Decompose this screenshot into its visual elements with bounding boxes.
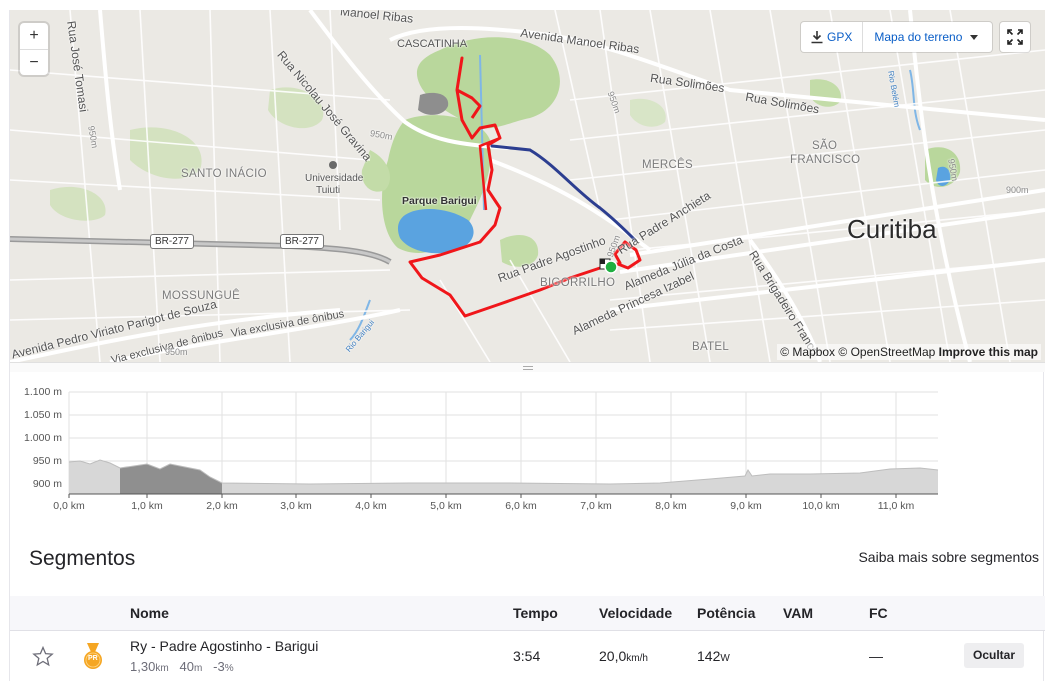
segment-power-unit: W <box>720 653 730 664</box>
segment-distance-unit: km <box>155 663 169 674</box>
segment-speed-unit: km/h <box>626 653 648 664</box>
hide-segment-button[interactable]: Ocultar <box>964 643 1024 668</box>
x-tick-10: 10,0 km <box>802 500 840 512</box>
gpx-download-button[interactable]: GPX <box>801 22 864 52</box>
x-tick-4: 4,0 km <box>355 500 387 512</box>
activity-panel: CASCATINHA Avenida Manoel Ribas Manoel R… <box>9 10 1045 681</box>
resize-handle[interactable] <box>10 362 1045 372</box>
download-icon <box>811 31 823 44</box>
map-label-batel: BATEL <box>692 341 730 353</box>
map-label-cascatinha: CASCATINHA <box>397 38 468 50</box>
highway-shield-br277-a: BR-277 <box>150 234 194 249</box>
segment-speed-value: 20,0 <box>599 648 627 664</box>
map-label-santo-inacio: SANTO INÁCIO <box>181 168 267 180</box>
col-speed[interactable]: Velocidade <box>599 605 672 621</box>
zoom-out-button[interactable]: − <box>20 49 48 75</box>
x-tick-5: 5,0 km <box>430 500 462 512</box>
map-label-sao: SÃO <box>812 140 838 152</box>
gpx-label: GPX <box>827 30 853 44</box>
segment-time: 3:54 <box>513 648 541 664</box>
y-tick-900: 900 m <box>32 478 62 490</box>
table-row: PR Ry - Padre Agostinho - Barigui 1,30km… <box>10 630 1045 681</box>
x-tick-3: 3,0 km <box>280 500 312 512</box>
elevation-profile[interactable]: 1.100 m 1.050 m 1.000 m 950 m 900 m 0,0 … <box>10 372 1045 522</box>
segment-elevation-unit: m <box>193 663 203 674</box>
segment-elevation: 40 <box>179 659 194 674</box>
university-pin-icon <box>329 161 337 169</box>
y-tick-1000: 1.000 m <box>24 432 62 444</box>
segment-elevation-highlight <box>120 464 222 494</box>
improve-map-link[interactable]: Improve this map <box>939 345 1038 359</box>
zoom-in-button[interactable]: + <box>20 23 48 49</box>
segment-hr: — <box>869 648 883 664</box>
x-tick-11: 11,0 km <box>877 500 915 512</box>
y-tick-950: 950 m <box>32 455 62 467</box>
expand-icon <box>1007 29 1023 45</box>
x-tick-7: 7,0 km <box>580 500 612 512</box>
x-tick-1: 1,0 km <box>131 500 163 512</box>
fullscreen-button[interactable] <box>1000 22 1030 52</box>
map-label-universidade-1: Universidade <box>305 173 364 184</box>
segment-speed: 20,0km/h <box>599 648 648 664</box>
map-type-label: Mapa do terreno <box>874 30 963 44</box>
attribution-mapbox[interactable]: © Mapbox <box>780 345 835 359</box>
y-tick-1050: 1.050 m <box>24 409 62 421</box>
segment-distance: 1,30 <box>130 659 156 674</box>
map-label-bigorrilho: BIGORRILHO <box>540 277 616 289</box>
x-tick-6: 6,0 km <box>505 500 537 512</box>
chevron-down-icon <box>970 34 979 40</box>
segment-grade: -3 <box>213 659 225 674</box>
map-type-dropdown[interactable]: Mapa do terreno <box>863 22 992 52</box>
col-time[interactable]: Tempo <box>513 605 558 621</box>
segment-power: 142W <box>697 648 730 664</box>
attribution-osm[interactable]: © OpenStreetMap <box>838 345 935 359</box>
x-tick-8: 8,0 km <box>655 500 687 512</box>
start-marker-icon <box>604 260 618 274</box>
col-vam[interactable]: VAM <box>783 605 813 621</box>
map-label-francisco: FRANCISCO <box>790 154 861 166</box>
y-tick-1100: 1.100 m <box>24 386 62 398</box>
map-label-merces: MERCÊS <box>642 159 694 171</box>
map-label-parque-barigui: Parque Barigui <box>402 195 477 207</box>
segments-table: Nome Tempo Velocidade Potência VAM FC PR… <box>10 596 1045 681</box>
col-name[interactable]: Nome <box>130 605 169 621</box>
drag-handle-icon <box>522 365 533 370</box>
map-attribution: © Mapbox © OpenStreetMap Improve this ma… <box>777 344 1041 360</box>
star-icon[interactable] <box>32 646 54 667</box>
learn-more-segments-link[interactable]: Saiba mais sobre segmentos <box>858 549 1039 565</box>
route-map[interactable]: CASCATINHA Avenida Manoel Ribas Manoel R… <box>10 10 1045 362</box>
segment-power-value: 142 <box>697 648 721 664</box>
col-power[interactable]: Potência <box>697 605 755 621</box>
map-label-alt-950-d: 950m <box>165 347 188 357</box>
x-tick-2: 2,0 km <box>206 500 238 512</box>
highway-shield-br277-b: BR-277 <box>280 234 324 249</box>
map-label-curitiba: Curitiba <box>847 214 937 244</box>
map-label-alt-900: 900m <box>1006 185 1029 195</box>
x-tick-0: 0,0 km <box>53 500 85 512</box>
pr-badge-label: PR <box>88 655 98 662</box>
zoom-control: + − <box>20 23 48 75</box>
x-tick-9: 9,0 km <box>730 500 762 512</box>
segment-name-link[interactable]: Ry - Padre Agostinho - Barigui <box>130 638 318 654</box>
map-toolbar: GPX Mapa do terreno <box>801 22 993 52</box>
segment-grade-unit: % <box>224 663 234 674</box>
segments-title: Segmentos <box>29 547 136 570</box>
map-label-universidade-2: Tuiuti <box>316 185 341 196</box>
segments-table-header: Nome Tempo Velocidade Potência VAM FC <box>10 596 1045 630</box>
col-hr[interactable]: FC <box>869 605 888 621</box>
segment-stats: 1,30km 40m -3% <box>130 659 234 674</box>
